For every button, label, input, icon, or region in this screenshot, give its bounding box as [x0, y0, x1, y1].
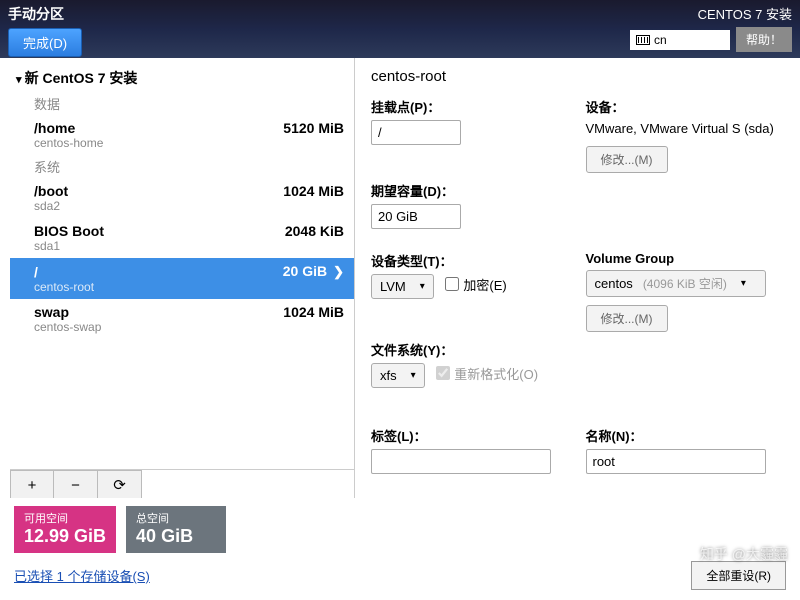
keyboard-icon: [636, 35, 650, 45]
name-input[interactable]: [586, 449, 766, 474]
filesystem-field: 文件系统(Y)： xfs 重新格式化(O): [371, 340, 566, 388]
mount-point-input[interactable]: [371, 120, 461, 145]
add-button[interactable]: +: [10, 470, 54, 500]
mount-item-swap[interactable]: swap1024 MiB centos-swap: [10, 299, 354, 339]
modify-device-button[interactable]: 修改...(M): [586, 146, 668, 173]
partition-tree-panel: 新 CentOS 7 安装 数据 /home5120 MiB centos-ho…: [0, 58, 355, 500]
total-space-box: 总空间 40 GiB: [126, 506, 226, 553]
mount-item-root[interactable]: /20 GiB❯ centos-root: [10, 258, 354, 299]
chevron-right-icon: ❯: [333, 264, 344, 279]
volume-group-select[interactable]: centos (4096 KiB 空闲): [586, 270, 766, 297]
device-type-select[interactable]: LVM: [371, 274, 434, 299]
page-title: 手动分区: [8, 4, 82, 24]
help-button[interactable]: 帮助！: [736, 27, 792, 52]
keyboard-indicator[interactable]: cn: [630, 30, 730, 50]
capacity-input[interactable]: [371, 204, 461, 229]
main-area: 新 CentOS 7 安装 数据 /home5120 MiB centos-ho…: [0, 58, 800, 500]
encrypt-checkbox[interactable]: [445, 277, 459, 291]
device-text: VMware, VMware Virtual S (sda): [586, 120, 781, 138]
name-field: 名称(N)：: [586, 426, 781, 474]
footer: 可用空间 12.99 GiB 总空间 40 GiB 已选择 1 个存储设备(S)…: [0, 498, 800, 600]
done-button[interactable]: 完成(D): [8, 28, 82, 57]
device-field: 设备： VMware, VMware Virtual S (sda) 修改...…: [586, 97, 781, 173]
tree-root[interactable]: 新 CentOS 7 安装: [10, 64, 354, 92]
remove-button[interactable]: −: [54, 470, 98, 500]
reformat-checkbox: [436, 366, 450, 380]
mount-item-boot[interactable]: /boot1024 MiB sda2: [10, 178, 354, 218]
detail-panel: centos-root 挂载点(P)： 设备： VMware, VMware V…: [355, 58, 800, 500]
label-field: 标签(L)：: [371, 426, 566, 474]
available-space-box: 可用空间 12.99 GiB: [14, 506, 116, 553]
filesystem-select[interactable]: xfs: [371, 363, 425, 388]
reload-button[interactable]: ⟳: [98, 470, 142, 500]
section-data: 数据: [10, 92, 354, 115]
section-system: 系统: [10, 155, 354, 178]
mount-item-biosboot[interactable]: BIOS Boot2048 KiB sda1: [10, 218, 354, 258]
installer-title: CENTOS 7 安装: [630, 4, 792, 23]
mount-point-field: 挂载点(P)：: [371, 97, 566, 173]
storage-devices-link[interactable]: 已选择 1 个存储设备(S): [14, 566, 150, 585]
label-input[interactable]: [371, 449, 551, 474]
modify-vg-button[interactable]: 修改...(M): [586, 305, 668, 332]
device-type-field: 设备类型(T)： LVM 加密(E): [371, 251, 566, 332]
capacity-field: 期望容量(D)：: [371, 181, 566, 229]
mount-item-home[interactable]: /home5120 MiB centos-home: [10, 115, 354, 155]
top-bar: 手动分区 完成(D) CENTOS 7 安装 cn 帮助！: [0, 0, 800, 58]
detail-title: centos-root: [371, 68, 780, 85]
tree-toolbar: + − ⟳: [10, 469, 354, 500]
keyboard-layout: cn: [654, 33, 667, 47]
reset-all-button[interactable]: 全部重设(R): [691, 561, 786, 590]
volume-group-field: Volume Group centos (4096 KiB 空闲) 修改...(…: [586, 251, 781, 332]
